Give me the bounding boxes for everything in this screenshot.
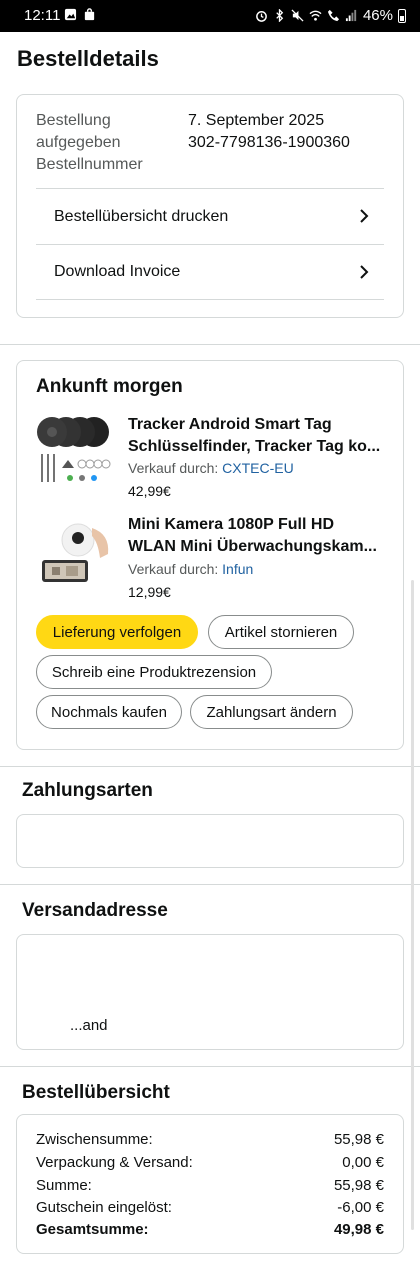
write-review-button[interactable]: Schreib eine Produktrezension xyxy=(36,655,272,689)
page-title: Bestelldetails xyxy=(17,46,159,71)
summary-row-subtotal: Zwischensumme: 55,98 € xyxy=(36,1129,384,1151)
summary-value: 49,98 € xyxy=(333,1221,384,1238)
item-title-line[interactable]: Tracker Android Smart Tag xyxy=(128,414,384,436)
payment-title: Zahlungsarten xyxy=(22,780,153,801)
chevron-right-icon xyxy=(360,209,369,223)
summary-value: 55,98 € xyxy=(333,1131,384,1148)
system-icons: 46% xyxy=(255,7,406,24)
item-seller: Verkauf durch: CXTEC-EU xyxy=(128,460,294,476)
print-summary-label: Bestellübersicht drucken xyxy=(54,207,229,225)
seller-label: Verkauf durch: xyxy=(128,460,219,476)
summary-value: 55,98 € xyxy=(333,1177,384,1194)
chevron-right-icon xyxy=(360,265,369,279)
status-bar: 12:11 46% xyxy=(0,0,420,32)
item-title-line[interactable]: Mini Kamera 1080P Full HD xyxy=(128,514,384,536)
tracker-product-image[interactable] xyxy=(34,412,114,488)
buy-again-button[interactable]: Nochmals kaufen xyxy=(36,695,182,729)
seller-label: Verkauf durch: xyxy=(128,561,219,577)
item-price: 42,99€ xyxy=(128,483,171,499)
order-placed-label-1: Bestellung xyxy=(36,112,111,129)
bluetooth-icon xyxy=(276,9,284,22)
tracker-image xyxy=(37,417,111,482)
wifi-icon xyxy=(309,10,322,21)
seller-link[interactable]: CXTEC-EU xyxy=(222,460,294,476)
item-title-line[interactable]: Schlüsselfinder, Tracker Tag ko... xyxy=(128,436,384,458)
notification-icons xyxy=(64,8,96,21)
gallery-icon xyxy=(64,8,77,21)
order-placed-label-2: aufgegeben xyxy=(36,134,121,151)
payment-card[interactable] xyxy=(16,814,404,868)
order-number-label: Bestellnummer xyxy=(36,156,143,173)
summary-row-total: Gesamtsumme: 49,98 € xyxy=(36,1219,384,1241)
camera-product-image[interactable] xyxy=(38,514,118,590)
item-seller: Verkauf durch: Infun xyxy=(128,561,253,577)
shopping-bag-icon xyxy=(84,8,95,21)
summary-value: -6,00 € xyxy=(337,1199,384,1216)
item-title-line[interactable]: WLAN Mini Überwachungskam... xyxy=(128,536,384,558)
change-payment-button[interactable]: Zahlungsart ändern xyxy=(190,695,353,729)
download-invoice-link[interactable]: Download Invoice xyxy=(36,244,384,300)
mute-icon xyxy=(291,9,304,22)
order-date-value: 7. September 2025 xyxy=(188,112,325,129)
shipment-title: Ankunft morgen xyxy=(36,376,183,397)
summary-row-shipping: Verpackung & Versand: 0,00 € xyxy=(36,1152,384,1174)
call-icon xyxy=(327,9,340,22)
section-divider xyxy=(0,766,420,767)
order-summary-title: Bestellübersicht xyxy=(22,1082,170,1103)
seller-link[interactable]: Infun xyxy=(222,561,253,577)
summary-label: Summe: xyxy=(36,1177,92,1194)
signal-icon xyxy=(345,9,357,22)
section-divider xyxy=(0,884,420,885)
summary-row-sum: Summe: 55,98 € xyxy=(36,1175,384,1197)
summary-value: 0,00 € xyxy=(342,1154,384,1171)
summary-label: Verpackung & Versand: xyxy=(36,1154,193,1171)
summary-label: Zwischensumme: xyxy=(36,1131,153,1148)
section-divider xyxy=(0,1066,420,1067)
download-invoice-label: Download Invoice xyxy=(54,263,181,280)
shipping-address-title: Versandadresse xyxy=(22,900,168,921)
battery-icon xyxy=(398,8,406,23)
item-price: 12,99€ xyxy=(128,584,171,600)
address-country: ...and xyxy=(70,1017,108,1034)
camera-image xyxy=(42,523,109,582)
summary-label: Gutschein eingelöst: xyxy=(36,1199,172,1216)
alarm-icon xyxy=(256,11,267,22)
status-time: 12:11 xyxy=(24,7,61,24)
summary-label: Gesamtsumme: xyxy=(36,1221,149,1238)
section-divider xyxy=(0,344,420,345)
order-number-value: 302-7798136-1900360 xyxy=(188,134,350,151)
battery-percent: 46% xyxy=(362,7,393,24)
cancel-items-button[interactable]: Artikel stornieren xyxy=(208,615,354,649)
print-summary-link[interactable]: Bestellübersicht drucken xyxy=(36,188,384,244)
summary-row-voucher: Gutschein eingelöst: -6,00 € xyxy=(36,1197,384,1219)
scrollbar[interactable] xyxy=(411,580,414,1230)
track-delivery-button[interactable]: Lieferung verfolgen xyxy=(36,615,198,649)
